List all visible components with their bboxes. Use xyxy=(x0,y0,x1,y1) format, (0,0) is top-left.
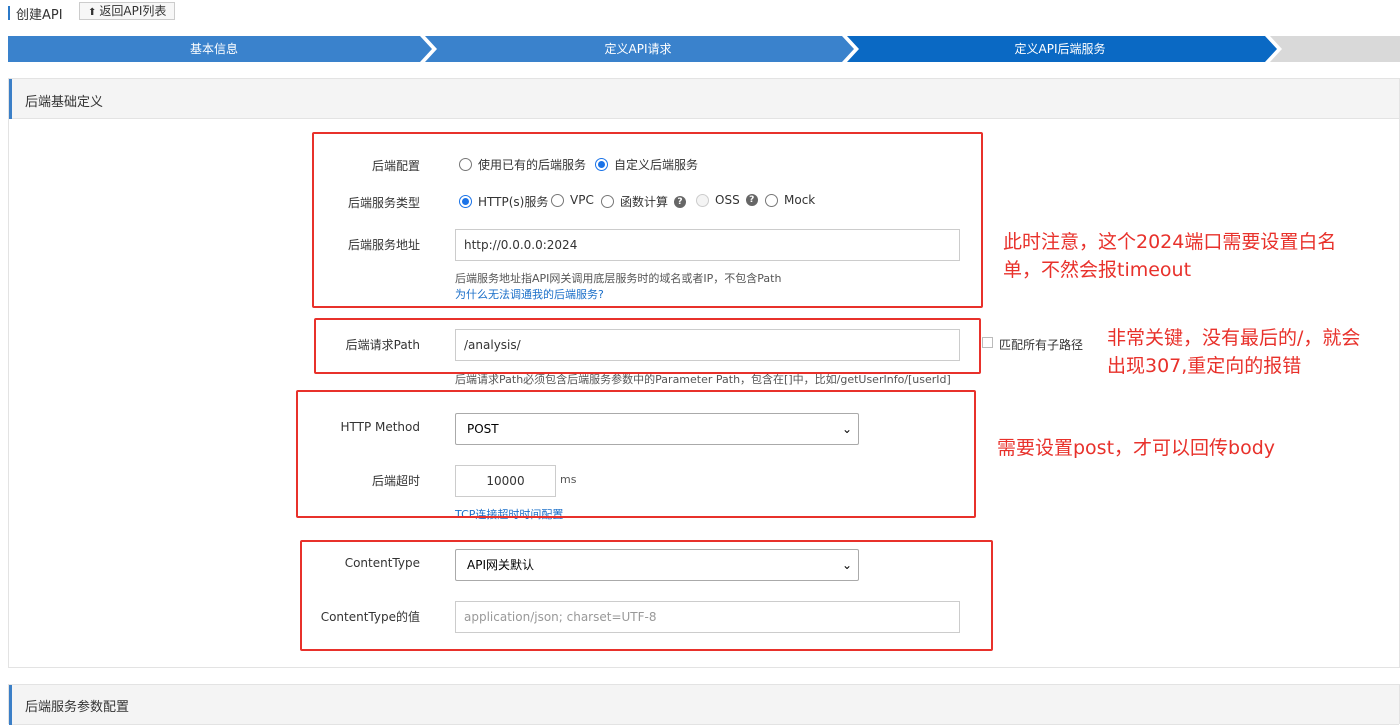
wizard-steps: 基本信息 定义API请求 定义API后端服务 xyxy=(8,36,1400,62)
annotation-whitelist-line2: 单，不然会报timeout xyxy=(1003,259,1192,281)
annotation-whitelist: 此时注意，这个2024端口需要设置白名 单，不然会报timeout xyxy=(1003,228,1336,284)
step-finish[interactable] xyxy=(1270,36,1400,62)
step-define-backend-label: 定义API后端服务 xyxy=(1015,41,1106,56)
panel-header-accent xyxy=(9,79,12,119)
annotation-box-path xyxy=(314,318,981,374)
annotation-path: 非常关键，没有最后的/，就会 出现307,重定向的报错 xyxy=(1107,324,1360,380)
match-all-subpaths-label: 匹配所有子路径 xyxy=(999,338,1084,352)
back-to-api-list-button[interactable]: ⬆ 返回API列表 xyxy=(79,2,176,20)
annotation-path-line1: 非常关键，没有最后的/，就会 xyxy=(1107,327,1361,349)
back-button-label: 返回API列表 xyxy=(99,4,167,18)
upload-arrow-icon: ⬆ xyxy=(88,7,97,18)
annotation-box-backend xyxy=(312,132,983,308)
annotation-path-line2: 出现307,重定向的报错 xyxy=(1107,355,1302,377)
top-bar: 创建API ⬆ 返回API列表 xyxy=(0,0,1400,26)
step-define-request-label: 定义API请求 xyxy=(605,41,672,56)
match-all-subpaths-checkbox[interactable] xyxy=(982,337,993,348)
annotation-box-method xyxy=(296,390,976,518)
panel-title: 后端服务参数配置 xyxy=(25,700,130,715)
annotation-whitelist-line1: 此时注意，这个2024端口需要设置白名 xyxy=(1003,231,1337,253)
step-basic-info-label: 基本信息 xyxy=(190,41,238,56)
panel-header-accent xyxy=(9,685,12,725)
annotation-box-contenttype xyxy=(300,540,993,651)
page-title: 创建API xyxy=(16,8,63,23)
panel-header: 后端服务参数配置 xyxy=(9,685,1399,725)
title-accent-bar xyxy=(8,6,10,20)
annotation-post: 需要设置post，才可以回传body xyxy=(997,437,1276,459)
panel-header: 后端基础定义 xyxy=(9,79,1399,119)
panel-title: 后端基础定义 xyxy=(25,95,104,110)
backend-params-panel: 后端服务参数配置 xyxy=(8,684,1400,725)
